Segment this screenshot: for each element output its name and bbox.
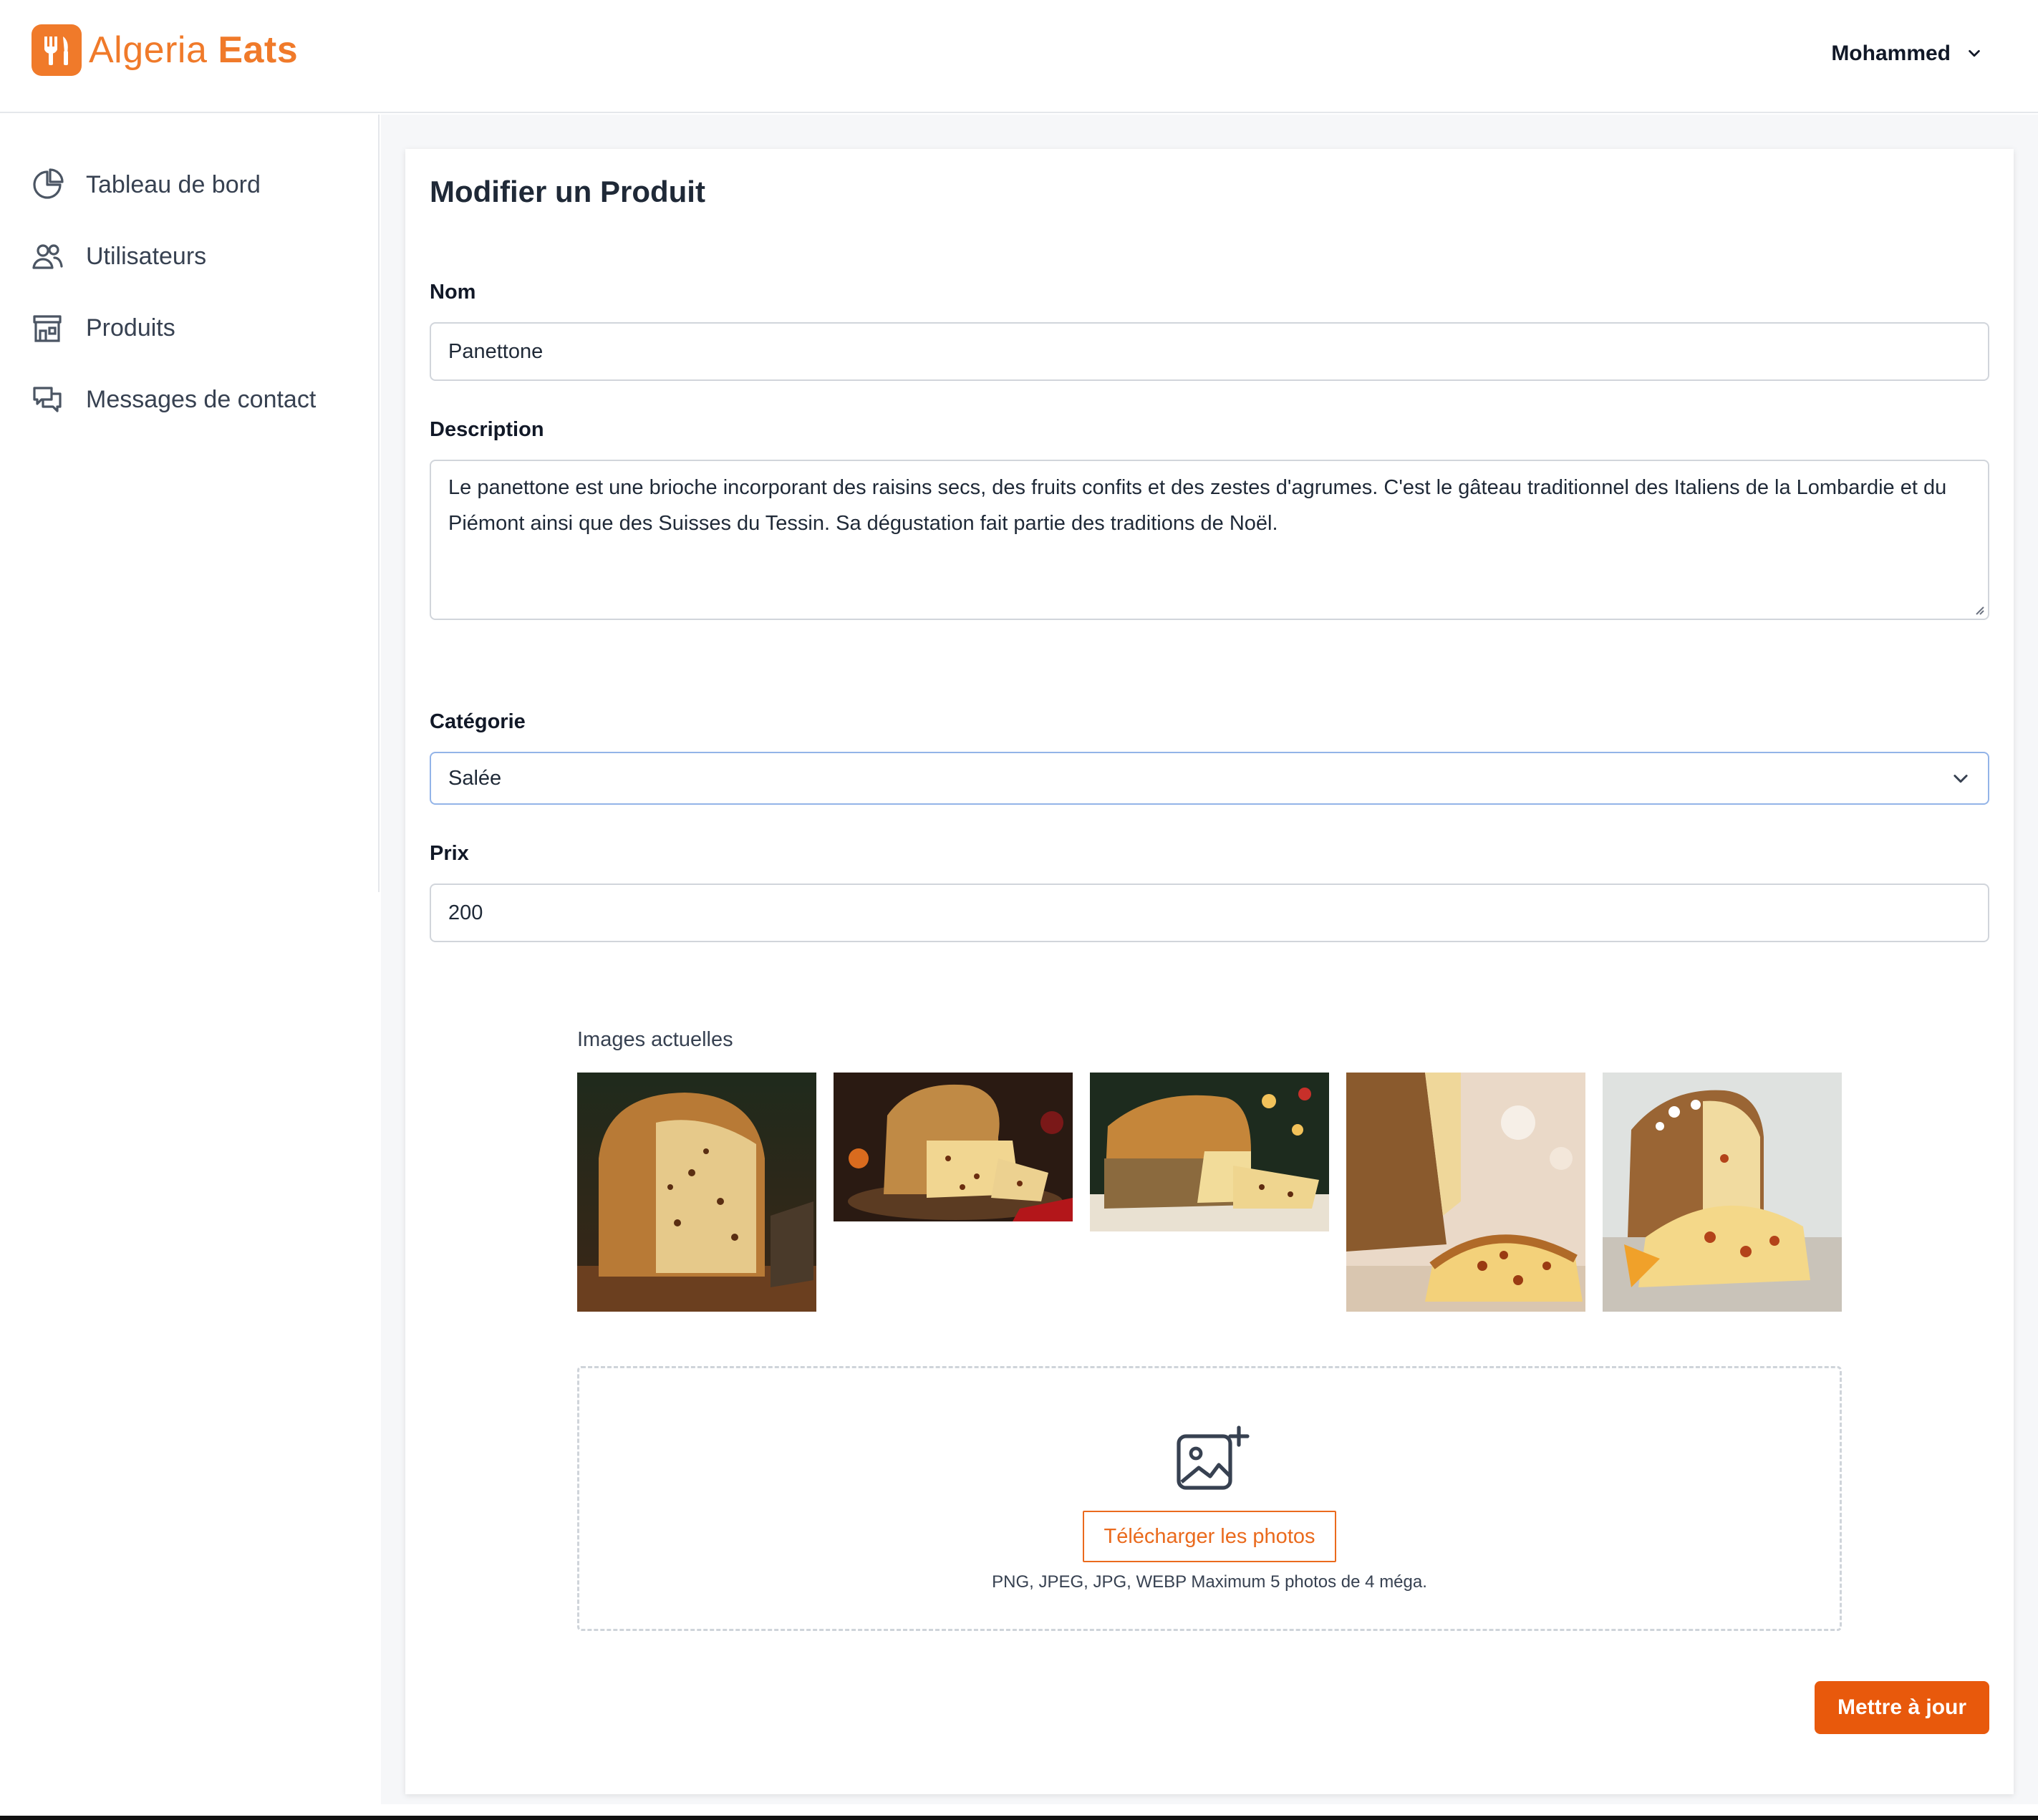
sidebar-item-label: Tableau de bord <box>86 170 261 198</box>
sidebar-item-products[interactable]: Produits <box>30 311 175 345</box>
user-name: Mohammed <box>1831 42 1951 65</box>
sidebar-item-contact-messages[interactable]: Messages de contact <box>30 382 316 417</box>
description-field[interactable]: Le panettone est une brioche incorporant… <box>430 460 1989 620</box>
top-bar: Algeria Eats Mohammed <box>0 0 2038 113</box>
current-images-label: Images actuelles <box>577 1028 733 1051</box>
product-image-2[interactable] <box>834 1073 1073 1221</box>
category-select[interactable]: Salée <box>430 752 1989 805</box>
window-bottom-edge <box>0 1816 2038 1820</box>
brand-logo[interactable]: Algeria Eats <box>32 24 298 76</box>
category-label: Catégorie <box>430 710 526 733</box>
sidebar-item-label: Messages de contact <box>86 385 317 413</box>
name-field[interactable]: Panettone <box>430 322 1989 381</box>
price-value: 200 <box>448 901 483 924</box>
page-title: Modifier un Produit <box>430 175 705 208</box>
name-value: Panettone <box>448 339 544 363</box>
resize-handle-icon[interactable] <box>1972 603 1985 616</box>
product-image-5[interactable] <box>1603 1073 1842 1312</box>
update-button[interactable]: Mettre à jour <box>1815 1681 1989 1734</box>
chevron-down-icon <box>1969 49 1980 57</box>
brand-name-regular: Algeria <box>89 29 208 71</box>
fork-knife-icon <box>32 24 82 76</box>
sidebar-item-dashboard[interactable]: Tableau de bord <box>30 168 261 202</box>
price-label: Prix <box>430 842 469 865</box>
price-field[interactable]: 200 <box>430 884 1989 942</box>
user-menu[interactable]: Mohammed <box>1831 42 1982 66</box>
sidebar-item-label: Produits <box>86 314 175 342</box>
chat-icon <box>33 387 62 412</box>
description-value: Le panettone est une brioche incorporant… <box>448 476 1947 535</box>
product-image-4[interactable] <box>1346 1073 1585 1312</box>
product-image-3[interactable] <box>1090 1073 1329 1231</box>
brand-name-bold: Eats <box>218 29 299 71</box>
upload-hint: PNG, JPEG, JPG, WEBP Maximum 5 photos de… <box>992 1572 1427 1592</box>
pie-chart-icon <box>33 168 64 199</box>
description-label: Description <box>430 418 544 441</box>
users-icon <box>32 244 63 269</box>
name-label: Nom <box>430 281 476 304</box>
product-image-1[interactable] <box>577 1073 816 1312</box>
sidebar-item-label: Utilisateurs <box>86 242 207 270</box>
category-value: Salée <box>448 766 502 790</box>
store-icon <box>33 315 62 342</box>
sidebar-item-users[interactable]: Utilisateurs <box>30 239 206 274</box>
chevron-down-icon <box>1954 775 1968 783</box>
add-image-icon <box>1177 1425 1250 1490</box>
sidebar: Tableau de bord Utilisateurs Produits Me… <box>0 115 380 892</box>
brand-name: Algeria Eats <box>89 29 298 72</box>
upload-photos-button[interactable]: Télécharger les photos <box>1083 1511 1336 1562</box>
